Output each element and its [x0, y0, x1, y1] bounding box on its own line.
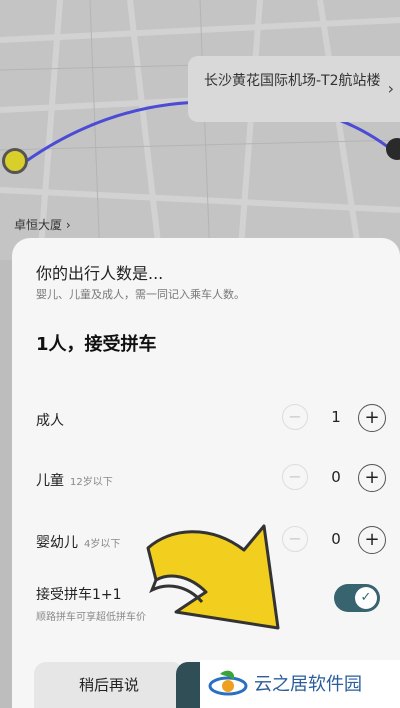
- chevron-right-icon: ›: [65, 218, 71, 232]
- passenger-summary: 1人，接受拼车: [36, 334, 157, 355]
- origin-label: 卓恒大厦: [14, 218, 63, 232]
- watermark: 云之居软件园: [200, 660, 400, 708]
- row-label: 婴幼儿 4岁以下: [36, 535, 121, 551]
- carpool-option: 接受拼车1+1 顺路拼车可享超低拼车价: [36, 584, 146, 623]
- count-value: 0: [331, 530, 341, 548]
- carpool-desc: 顺路拼车可享超低拼车价: [36, 612, 146, 623]
- row-label: 儿童 12岁以下: [36, 473, 113, 489]
- carpool-title: 接受拼车1+1: [36, 587, 122, 603]
- annotation-arrow-icon: [146, 524, 280, 630]
- sheet-title: 你的出行人数是...: [36, 264, 164, 283]
- decrement-button[interactable]: −: [282, 464, 308, 490]
- watermark-text: 云之居软件园: [254, 674, 362, 695]
- sheet-subtitle: 婴儿、儿童及成人，需一同记入乘车人数。: [36, 288, 245, 301]
- row-child: 儿童 12岁以下 − 0 +: [36, 462, 386, 496]
- map-view[interactable]: 长沙黄花国际机场-T2航站楼 › 卓恒大厦 ›: [0, 0, 400, 260]
- row-note: 12岁以下: [70, 477, 113, 488]
- decrement-button[interactable]: −: [282, 404, 308, 430]
- increment-button[interactable]: +: [358, 404, 386, 432]
- later-button[interactable]: 稍后再说: [34, 662, 184, 708]
- origin-link[interactable]: 卓恒大厦 ›: [14, 216, 71, 233]
- row-label: 成人: [36, 413, 64, 429]
- increment-button[interactable]: +: [358, 526, 386, 554]
- count-value: 1: [331, 408, 341, 426]
- count-value: 0: [331, 468, 341, 486]
- check-icon: ✓: [355, 587, 377, 609]
- row-note: 4岁以下: [84, 539, 121, 550]
- destination-card[interactable]: 长沙黄花国际机场-T2航站楼 ›: [188, 56, 400, 122]
- watermark-logo-icon: [208, 670, 248, 696]
- carpool-toggle[interactable]: ✓: [334, 584, 380, 612]
- destination-label: 长沙黄花国际机场-T2航站楼: [204, 73, 381, 89]
- origin-pin-icon: [2, 148, 28, 174]
- increment-button[interactable]: +: [358, 464, 386, 492]
- chevron-right-icon: ›: [387, 79, 394, 98]
- row-adult: 成人 − 1 +: [36, 402, 386, 436]
